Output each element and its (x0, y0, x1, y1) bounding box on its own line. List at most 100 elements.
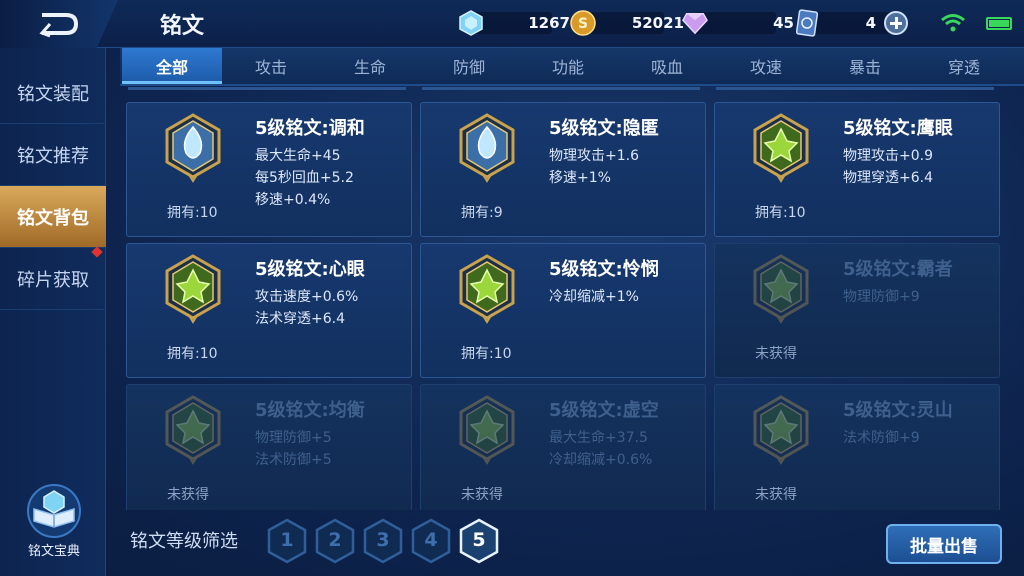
level-filter-4[interactable]: 4 (410, 518, 452, 564)
gold-value: 52021 (631, 14, 684, 32)
inscription-attribute: 攻击速度+0.6% (255, 289, 359, 305)
category-tabs: 全部 攻击 生命 防御 功能 吸血 攻速 暴击 穿透 (120, 48, 1024, 86)
inscription-grid: 5级铭文:调和 最大生命+45 每5秒回血+5.2 移速+0.4% 拥有:10 5级铭文:… (120, 90, 1010, 510)
inscription-name: 5级铭文:霸者 (843, 259, 953, 280)
level-number: 2 (328, 529, 342, 551)
tab-all[interactable]: 全部 (122, 48, 222, 84)
level-filter-3[interactable]: 3 (362, 518, 404, 564)
diamond-value: 45 (773, 14, 794, 32)
inscription-attribute: 法术防御+5 (255, 452, 332, 468)
inscription-gem-icon (753, 113, 809, 183)
inscription-attribute: 物理攻击+0.9 (843, 148, 933, 164)
level-filter-5[interactable]: 5 (458, 518, 500, 564)
back-button[interactable] (0, 0, 118, 48)
nav-item-backpack[interactable]: 铭文背包 (0, 186, 106, 248)
diamond-icon (682, 10, 708, 36)
battery-icon (986, 17, 1012, 30)
crystal-counter: 1267 (458, 9, 570, 37)
inscription-gem-icon (753, 395, 809, 465)
inscription-card[interactable]: 5级铭文:调和最大生命+45 每5秒回血+5.2 移速+0.4% 拥有:10 (126, 102, 412, 237)
owned-count: 拥有:9 (461, 205, 503, 221)
top-bar: 铭文 1267 S 52021 45 4 (0, 0, 1024, 48)
owned-count: 未获得 (461, 487, 503, 503)
level-filter-label: 铭文等级筛选 (130, 531, 238, 552)
tab-penetration[interactable]: 穿透 (914, 48, 1014, 84)
owned-count: 未获得 (755, 346, 797, 362)
card-counter: 4 (794, 9, 908, 37)
inscription-attribute: 最大生命+45 (255, 148, 341, 164)
gold-counter: S 52021 (570, 9, 684, 37)
inscription-attribute: 每5秒回血+5.2 (255, 170, 354, 186)
nav-item-recommend[interactable]: 铭文推荐 (0, 124, 106, 186)
inscription-attribute: 物理攻击+1.6 (549, 148, 639, 164)
owned-count: 未获得 (167, 487, 209, 503)
tab-defense[interactable]: 防御 (419, 48, 519, 84)
back-arrow-icon (39, 13, 79, 38)
tab-attack-speed[interactable]: 攻速 (716, 48, 816, 84)
card-icon (794, 9, 820, 37)
wifi-icon (940, 13, 966, 37)
inscription-card[interactable]: 5级铭文:虚空 最大生命+37.5 冷却缩减+0.6% 未获得 (420, 384, 706, 510)
card-value: 4 (865, 14, 876, 32)
tab-health[interactable]: 生命 (320, 48, 420, 84)
inscription-card[interactable]: 5级铭文:鹰眼 物理攻击+0.9 物理穿透+6.4 拥有:10 (714, 102, 1000, 237)
inscription-attribute: 法术穿透+6.4 (255, 311, 345, 327)
crystal-icon (458, 10, 484, 36)
tab-function[interactable]: 功能 (518, 48, 618, 84)
inscription-name: 5级铭文:鹰眼 (843, 118, 953, 139)
inscription-gem-icon (459, 254, 515, 324)
page-title: 铭文 (160, 14, 205, 39)
level-number: 5 (472, 529, 486, 551)
inscription-name: 5级铭文:调和 (255, 118, 365, 139)
inscription-attribute: 物理防御+5 (255, 430, 332, 446)
inscription-attribute: 物理穿透+6.4 (843, 170, 933, 186)
inscription-name: 5级铭文:灵山 (843, 400, 953, 421)
inscription-gem-icon (165, 254, 221, 324)
inscription-gem-icon (459, 113, 515, 183)
inscription-card[interactable]: 5级铭文:均衡物理防御+5 法术防御+5 未获得 (126, 384, 412, 510)
inscription-name: 5级铭文:心眼 (255, 259, 365, 280)
inscription-attribute: 冷却缩减+0.6% (549, 452, 653, 468)
inscription-gem-icon (459, 395, 515, 465)
tab-crit[interactable]: 暴击 (815, 48, 915, 84)
inscription-name: 5级铭文:隐匿 (549, 118, 659, 139)
inscription-attribute: 物理防御+9 (843, 289, 920, 305)
inscription-attribute: 冷却缩减+1% (549, 289, 639, 305)
codex-label: 铭文宝典 (27, 544, 80, 559)
level-number: 4 (424, 529, 438, 551)
owned-count: 拥有:10 (167, 205, 218, 221)
svg-text:S: S (578, 16, 588, 32)
codex-button[interactable]: 铭文宝典 (18, 483, 90, 563)
crystal-value: 1267 (528, 14, 570, 32)
nav-item-equip[interactable]: 铭文装配 (0, 62, 106, 124)
coin-icon: S (570, 10, 596, 36)
level-number: 1 (280, 529, 294, 551)
nav-item-fragments[interactable]: 碎片获取 (0, 248, 106, 310)
inscription-card[interactable]: 5级铭文:隐匿物理攻击+1.6 移速+1% 拥有:9 (420, 102, 706, 237)
diamond-counter: 45 (682, 9, 794, 37)
inscription-attribute: 移速+1% (549, 170, 611, 186)
owned-count: 拥有:10 (461, 346, 512, 362)
inscription-gem-icon (165, 395, 221, 465)
add-card-button[interactable] (884, 11, 908, 35)
bulk-sell-button[interactable]: 批量出售 (886, 524, 1002, 564)
inscription-gem-icon (753, 254, 809, 324)
tab-lifesteal[interactable]: 吸血 (617, 48, 717, 84)
inscription-attribute: 移速+0.4% (255, 192, 331, 208)
inscription-screen: 铭文 1267 S 52021 45 4 铭文装配 铭文推荐 铭文背包 碎片获取… (0, 0, 1024, 576)
inscription-name: 5级铭文:均衡 (255, 400, 365, 421)
owned-count: 未获得 (755, 487, 797, 503)
inscription-gem-icon (165, 113, 221, 183)
inscription-card[interactable]: 5级铭文:灵山法术防御+9 未获得 (714, 384, 1000, 510)
inscription-attribute: 法术防御+9 (843, 430, 920, 446)
inscription-card[interactable]: 5级铭文:霸者物理防御+9 未获得 (714, 243, 1000, 378)
tab-attack[interactable]: 攻击 (221, 48, 321, 84)
level-filter-2[interactable]: 2 (314, 518, 356, 564)
inscription-card[interactable]: 5级铭文:心眼攻击速度+0.6% 法术穿透+6.4 拥有:10 (126, 243, 412, 378)
book-icon (27, 484, 81, 538)
level-filter-1[interactable]: 1 (266, 518, 308, 564)
level-number: 3 (376, 529, 390, 551)
inscription-attribute: 最大生命+37.5 (549, 430, 648, 446)
inscription-card[interactable]: 5级铭文:怜悯 冷却缩减+1% 拥有:10 (420, 243, 706, 378)
owned-count: 拥有:10 (167, 346, 218, 362)
